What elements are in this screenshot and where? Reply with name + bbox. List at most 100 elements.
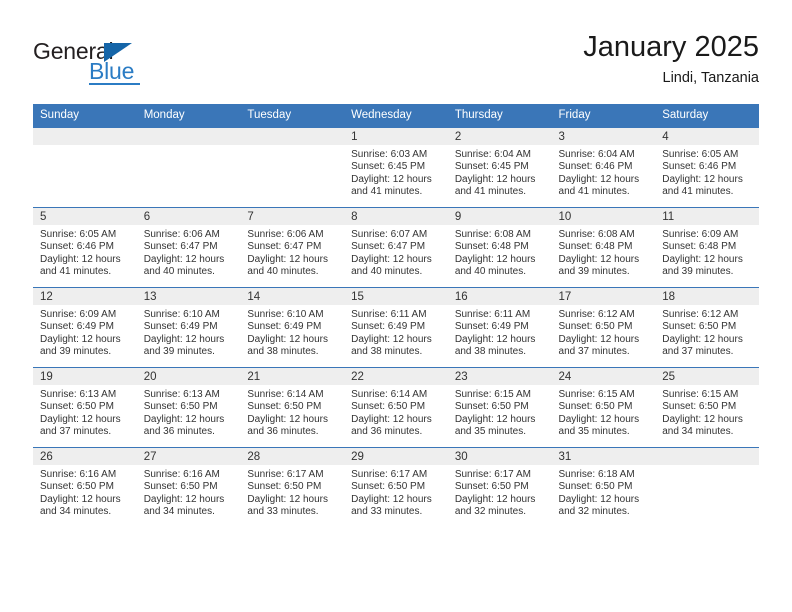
daylight-text: Daylight: 12 hours [351,333,432,345]
calendar-day-cell[interactable]: 24 Sunrise: 6:15 AM Sunset: 6:50 PM Dayligh… [551,367,656,448]
daylight-text: Daylight: 12 hours [558,173,640,185]
page-title: January 2025 [583,31,759,63]
calendar-day-cell[interactable]: 13 Sunrise: 6:10 AM Sunset: 6:49 PM Dayligh… [136,287,241,368]
calendar-page: General Blue January 2025 Lindi, Tanzani… [0,0,792,612]
daylight-text: and 33 minutes. [247,506,319,518]
sunrise-text: Sunrise: 6:11 AM [351,309,427,320]
calendar-day-cell[interactable]: 25 Sunrise: 6:15 AM Sunset: 6:50 PM Dayligh… [655,367,759,448]
calendar-day-cell[interactable]: 1 Sunrise: 6:03 AM Sunset: 6:45 PM Daylight… [344,127,448,208]
day-details: Sunrise: 6:06 AM Sunset: 6:47 PM Daylight:… [137,225,241,279]
daylight-text: Daylight: 12 hours [558,333,640,345]
daylight-text: and 34 minutes. [143,506,215,518]
day-number: 7 [240,208,345,225]
calendar-day-cell[interactable]: 11 Sunrise: 6:09 AM Sunset: 6:48 PM Dayligh… [655,207,759,288]
calendar-week-row: 26 Sunrise: 6:16 AM Sunset: 6:50 PM Dayligh… [33,447,759,527]
day-cell-inner: 11 Sunrise: 6:09 AM Sunset: 6:48 PM Dayligh… [655,208,759,287]
day-cell-inner: 27 Sunrise: 6:16 AM Sunset: 6:50 PM Dayligh… [136,448,241,527]
day-cell-inner: 1 Sunrise: 6:03 AM Sunset: 6:45 PM Daylight… [344,128,448,207]
calendar-day-cell[interactable]: 12 Sunrise: 6:09 AM Sunset: 6:49 PM Dayligh… [33,287,137,368]
day-cell-inner: 22 Sunrise: 6:14 AM Sunset: 6:50 PM Dayligh… [344,368,448,447]
weekday-header-row: Sunday Monday Tuesday Wednesday Thursday Frid… [33,104,759,128]
day-number: 27 [136,448,241,465]
sunset-text: Sunset: 6:48 PM [558,241,633,253]
calendar-day-cell[interactable]: 19 Sunrise: 6:13 AM Sunset: 6:50 PM Dayligh… [33,367,137,448]
day-number: 10 [551,208,656,225]
calendar-day-cell[interactable]: 14 Sunrise: 6:10 AM Sunset: 6:49 PM Dayligh… [240,287,345,368]
calendar-day-cell[interactable]: 20 Sunrise: 6:13 AM Sunset: 6:50 PM Dayligh… [136,367,241,448]
calendar-day-cell[interactable]: 3 Sunrise: 6:04 AM Sunset: 6:46 PM Daylight… [551,127,656,208]
sunset-text: Sunset: 6:45 PM [454,161,529,173]
calendar-day-cell[interactable]: 18 Sunrise: 6:12 AM Sunset: 6:50 PM Dayligh… [655,287,759,368]
sunset-text: Sunset: 6:50 PM [454,481,529,493]
day-details: Sunrise: 6:09 AM Sunset: 6:48 PM Daylight:… [655,225,759,279]
daylight-text: and 40 minutes. [247,266,319,278]
daylight-text: and 40 minutes. [454,266,526,278]
day-number: 26 [33,448,137,465]
calendar-day-cell[interactable]: 29 Sunrise: 6:17 AM Sunset: 6:50 PM Dayligh… [344,447,448,527]
sunrise-text: Sunrise: 6:17 AM [247,469,324,480]
day-number: 12 [33,288,137,305]
sunset-text: Sunset: 6:49 PM [143,321,218,333]
calendar-day-cell[interactable]: 22 Sunrise: 6:14 AM Sunset: 6:50 PM Dayligh… [344,367,448,448]
sunrise-text: Sunrise: 6:10 AM [247,309,324,320]
daylight-text: Daylight: 12 hours [351,173,432,185]
calendar-day-cell[interactable]: 23 Sunrise: 6:15 AM Sunset: 6:50 PM Dayligh… [447,367,552,448]
sunset-text: Sunset: 6:50 PM [454,401,529,413]
calendar-day-cell[interactable]: 2 Sunrise: 6:04 AM Sunset: 6:45 PM Daylight… [447,127,552,208]
day-details: Sunrise: 6:12 AM Sunset: 6:50 PM Daylight:… [552,305,656,359]
daylight-text: Daylight: 12 hours [247,493,329,505]
calendar-day-cell[interactable]: 21 Sunrise: 6:14 AM Sunset: 6:50 PM Dayligh… [240,367,345,448]
sunset-text: Sunset: 6:45 PM [351,161,426,173]
day-cell-inner [33,128,137,207]
sunset-text: Sunset: 6:50 PM [558,321,633,333]
sunrise-text: Sunrise: 6:18 AM [558,469,635,480]
sunset-text: Sunset: 6:50 PM [558,401,633,413]
sunrise-text: Sunrise: 6:12 AM [662,309,739,320]
calendar-day-cell[interactable]: 26 Sunrise: 6:16 AM Sunset: 6:50 PM Dayligh… [33,447,137,527]
day-cell-inner: 30 Sunrise: 6:17 AM Sunset: 6:50 PM Dayligh… [447,448,552,527]
daylight-text: Daylight: 12 hours [454,173,536,185]
day-details [137,145,241,149]
calendar-day-cell[interactable]: 6 Sunrise: 6:06 AM Sunset: 6:47 PM Daylight… [136,207,241,288]
daylight-text: Daylight: 12 hours [454,493,536,505]
weekday-header-friday: Friday [551,104,656,128]
calendar-day-cell[interactable]: 7 Sunrise: 6:06 AM Sunset: 6:47 PM Daylight… [240,207,345,288]
sunrise-text: Sunrise: 6:15 AM [662,389,739,400]
day-cell-inner: 21 Sunrise: 6:14 AM Sunset: 6:50 PM Dayligh… [240,368,345,447]
calendar-day-cell-empty [240,127,345,208]
daylight-text: and 32 minutes. [558,506,630,518]
daylight-text: Daylight: 12 hours [662,333,743,345]
calendar-day-cell[interactable]: 31 Sunrise: 6:18 AM Sunset: 6:50 PM Dayligh… [551,447,656,527]
calendar-day-cell[interactable]: 10 Sunrise: 6:08 AM Sunset: 6:48 PM Dayligh… [551,207,656,288]
sunset-text: Sunset: 6:50 PM [40,481,114,493]
page-subtitle: Lindi, Tanzania [662,70,759,86]
day-cell-inner: 14 Sunrise: 6:10 AM Sunset: 6:49 PM Dayligh… [240,288,345,367]
calendar-day-cell[interactable]: 9 Sunrise: 6:08 AM Sunset: 6:48 PM Daylight… [447,207,552,288]
calendar-day-cell[interactable]: 5 Sunrise: 6:05 AM Sunset: 6:46 PM Daylight… [33,207,137,288]
day-number: 13 [136,288,241,305]
day-cell-inner [655,448,759,527]
calendar-day-cell[interactable]: 4 Sunrise: 6:05 AM Sunset: 6:46 PM Daylight… [655,127,759,208]
calendar-day-cell[interactable]: 16 Sunrise: 6:11 AM Sunset: 6:49 PM Dayligh… [447,287,552,368]
day-details: Sunrise: 6:05 AM Sunset: 6:46 PM Daylight:… [33,225,137,279]
calendar-day-cell[interactable]: 27 Sunrise: 6:16 AM Sunset: 6:50 PM Dayligh… [136,447,241,527]
day-cell-inner: 24 Sunrise: 6:15 AM Sunset: 6:50 PM Dayligh… [551,368,656,447]
calendar-day-cell[interactable]: 8 Sunrise: 6:07 AM Sunset: 6:47 PM Daylight… [344,207,448,288]
sunrise-text: Sunrise: 6:11 AM [454,309,531,320]
calendar-day-cell[interactable]: 15 Sunrise: 6:11 AM Sunset: 6:49 PM Dayligh… [344,287,448,368]
calendar-day-cell[interactable]: 17 Sunrise: 6:12 AM Sunset: 6:50 PM Dayligh… [551,287,656,368]
sunrise-text: Sunrise: 6:06 AM [247,229,324,240]
calendar-day-cell[interactable]: 28 Sunrise: 6:17 AM Sunset: 6:50 PM Dayligh… [240,447,345,527]
calendar-day-cell[interactable]: 30 Sunrise: 6:17 AM Sunset: 6:50 PM Dayligh… [447,447,552,527]
sunrise-text: Sunrise: 6:08 AM [558,229,635,240]
sunset-text: Sunset: 6:50 PM [247,481,322,493]
sunrise-text: Sunrise: 6:04 AM [558,149,635,160]
daylight-text: and 37 minutes. [662,346,734,358]
day-cell-inner: 13 Sunrise: 6:10 AM Sunset: 6:49 PM Dayligh… [136,288,241,367]
daylight-text: and 40 minutes. [143,266,215,278]
day-number: 23 [447,368,552,385]
calendar-day-cell-empty [136,127,241,208]
daylight-text: and 41 minutes. [662,186,734,198]
day-cell-inner: 12 Sunrise: 6:09 AM Sunset: 6:49 PM Dayligh… [33,288,137,367]
general-blue-logo[interactable]: General Blue [33,38,183,85]
